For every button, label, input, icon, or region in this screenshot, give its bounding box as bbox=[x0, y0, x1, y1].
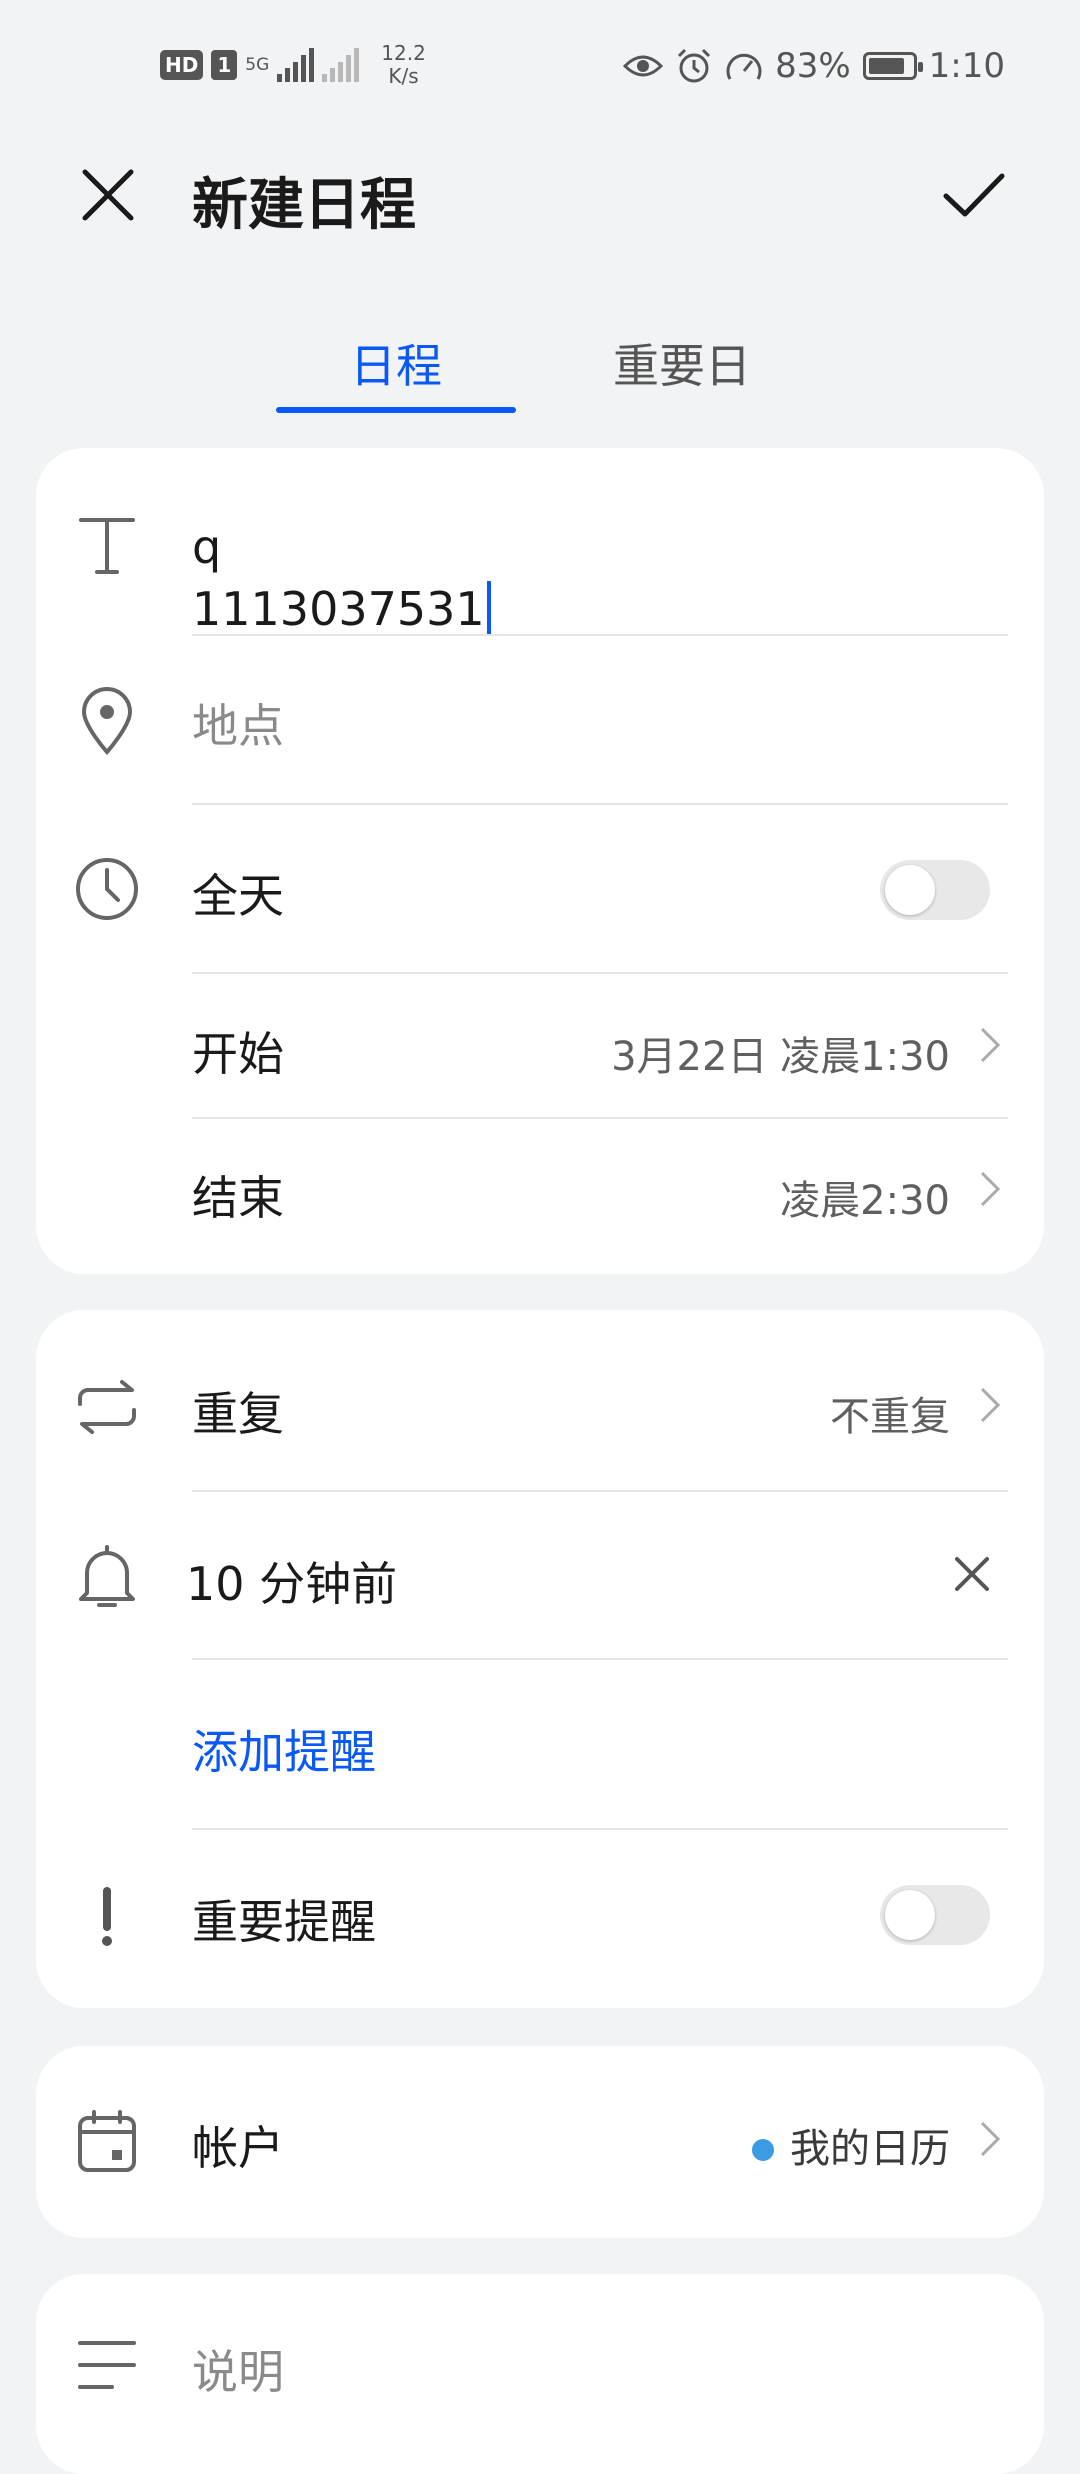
alarm-icon bbox=[678, 48, 711, 83]
network-speed: 12.2 K/s bbox=[381, 42, 426, 88]
toggle-knob bbox=[885, 865, 935, 915]
text-icon bbox=[72, 510, 142, 580]
chevron-right-icon bbox=[980, 1027, 1001, 1063]
add-reminder-button[interactable]: 添加提醒 bbox=[192, 1716, 376, 1782]
tab-important-day[interactable]: 重要日 bbox=[613, 330, 751, 396]
start-label: 开始 bbox=[192, 1027, 284, 1081]
event-details-card: q 1113037531 地点 全天 开始 3月22日 凌晨1:30 结束 凌晨… bbox=[36, 448, 1044, 1274]
chevron-right-icon bbox=[980, 1387, 1001, 1423]
divider bbox=[192, 1117, 1008, 1119]
close-button[interactable] bbox=[68, 155, 148, 235]
toggle-knob bbox=[885, 1890, 935, 1940]
description-input[interactable]: 说明 bbox=[192, 2336, 284, 2402]
important-reminder-label: 重要提醒 bbox=[192, 1895, 376, 1949]
clock: 1:10 bbox=[928, 46, 1005, 86]
bell-icon bbox=[72, 1542, 142, 1612]
speedometer-icon bbox=[726, 53, 762, 80]
title-input[interactable]: q 1113037531 bbox=[192, 516, 491, 640]
chevron-right-icon bbox=[980, 1171, 1001, 1207]
close-icon bbox=[955, 1557, 989, 1591]
repeat-label: 重复 bbox=[192, 1387, 284, 1441]
battery-icon bbox=[862, 52, 923, 80]
chevron-right-icon bbox=[980, 2121, 1001, 2157]
location-input[interactable]: 地点 bbox=[192, 690, 284, 756]
battery-percent: 83% bbox=[775, 46, 851, 86]
battery-fill bbox=[868, 58, 904, 74]
account-value: 我的日历 bbox=[752, 2116, 950, 2174]
tab-schedule[interactable]: 日程 bbox=[350, 330, 442, 396]
eye-icon bbox=[623, 55, 664, 77]
status-bar: HD 1 5G 12.2 K/s 83% 1:10 bbox=[0, 0, 1080, 140]
title-line-2: 1113037531 bbox=[192, 578, 491, 640]
clock-icon bbox=[72, 854, 142, 924]
divider bbox=[192, 803, 1008, 805]
start-value: 3月22日 凌晨1:30 bbox=[611, 1034, 950, 1080]
text-lines-icon bbox=[72, 2330, 142, 2400]
tab-active-indicator bbox=[276, 407, 516, 413]
text-cursor bbox=[486, 581, 491, 635]
exclamation-icon bbox=[72, 1882, 142, 1952]
sim-badge: 1 bbox=[211, 50, 238, 80]
account-value-text: 我的日历 bbox=[790, 2126, 950, 2172]
signal-icon bbox=[277, 48, 315, 82]
status-left-group: HD 1 5G 12.2 K/s bbox=[160, 42, 426, 88]
signal-secondary-icon bbox=[322, 48, 360, 82]
account-card: 帐户 我的日历 bbox=[36, 2046, 1044, 2238]
end-value: 凌晨2:30 bbox=[780, 1178, 950, 1224]
speed-unit: K/s bbox=[388, 64, 419, 88]
description-card: 说明 bbox=[36, 2274, 1044, 2474]
page-title: 新建日程 bbox=[192, 173, 416, 238]
location-pin-icon bbox=[72, 686, 142, 756]
repeat-icon bbox=[72, 1372, 142, 1442]
divider bbox=[192, 1490, 1008, 1492]
check-icon bbox=[943, 173, 1005, 217]
close-icon bbox=[82, 169, 134, 221]
all-day-toggle[interactable] bbox=[880, 860, 990, 920]
speed-value: 12.2 bbox=[381, 41, 426, 65]
confirm-button[interactable] bbox=[934, 155, 1014, 235]
end-label: 结束 bbox=[192, 1171, 284, 1225]
account-label: 帐户 bbox=[192, 2121, 284, 2175]
all-day-label: 全天 bbox=[192, 869, 284, 923]
divider bbox=[192, 972, 1008, 974]
repeat-value: 不重复 bbox=[830, 1394, 950, 1440]
network-label: 5G bbox=[245, 55, 270, 75]
reminder-value: 10 分钟前 bbox=[186, 1557, 398, 1611]
remove-reminder-button[interactable] bbox=[936, 1538, 1008, 1610]
title-line-2-text: 1113037531 bbox=[192, 582, 485, 636]
title-line-1: q bbox=[192, 520, 222, 574]
important-reminder-toggle[interactable] bbox=[880, 1885, 990, 1945]
divider bbox=[192, 1658, 1008, 1660]
hd-badge: HD bbox=[160, 50, 204, 80]
divider bbox=[192, 634, 1008, 636]
divider bbox=[192, 1828, 1008, 1830]
calendar-color-dot bbox=[752, 2139, 774, 2161]
status-right-group: 83% 1:10 bbox=[623, 46, 1005, 86]
calendar-icon bbox=[72, 2106, 142, 2176]
reminders-card: 重复 不重复 10 分钟前 添加提醒 重要提醒 bbox=[36, 1310, 1044, 2008]
